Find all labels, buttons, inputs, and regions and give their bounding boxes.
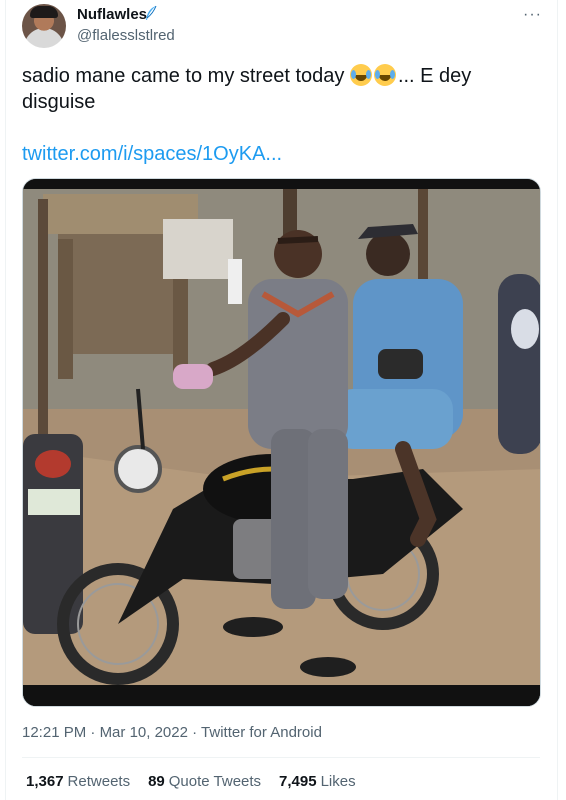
ellipsis-icon[interactable]: ··· — [523, 6, 542, 24]
tweet-link[interactable]: twitter.com/i/spaces/1OyKA... — [22, 143, 282, 166]
likes-label: Likes — [320, 773, 356, 790]
tweet-text-main: sadio mane came to my street today — [22, 65, 345, 87]
quote-tweets-stat[interactable]: 89 Quote Tweets — [148, 773, 261, 790]
feather-icon — [146, 5, 157, 20]
retweets-count: 1,367 — [26, 773, 64, 790]
retweets-stat[interactable]: 1,367 Retweets — [26, 773, 130, 790]
divider — [22, 757, 540, 758]
likes-count: 7,495 — [279, 773, 317, 790]
face-with-tears-of-joy-icon — [373, 64, 396, 86]
tweet-photo[interactable] — [22, 178, 541, 707]
tweet-meta: 12:21 PM · Mar 10, 2022 · Twitter for An… — [22, 724, 322, 741]
display-name[interactable]: Nuflawles — [77, 6, 147, 23]
tweet-date[interactable]: Mar 10, 2022 — [100, 724, 188, 741]
likes-stat[interactable]: 7,495 Likes — [279, 773, 356, 790]
face-with-tears-of-joy-icon — [349, 64, 372, 86]
user-handle[interactable]: @flalesslstlred — [77, 27, 175, 44]
tweet-stats: 1,367 Retweets 89 Quote Tweets 7,495 Likes — [26, 773, 374, 790]
tweet-time[interactable]: 12:21 PM — [22, 724, 86, 741]
meta-separator: · — [192, 724, 198, 741]
tweet-source[interactable]: Twitter for Android — [201, 724, 322, 741]
quote-tweets-label: Quote Tweets — [168, 773, 262, 790]
photo-illustration — [23, 179, 540, 706]
retweets-label: Retweets — [67, 773, 131, 790]
quote-tweets-count: 89 — [148, 773, 165, 790]
meta-separator: · — [90, 724, 96, 741]
avatar[interactable] — [22, 4, 66, 48]
tweet-text: sadio mane came to my street today ... E… — [22, 63, 542, 115]
